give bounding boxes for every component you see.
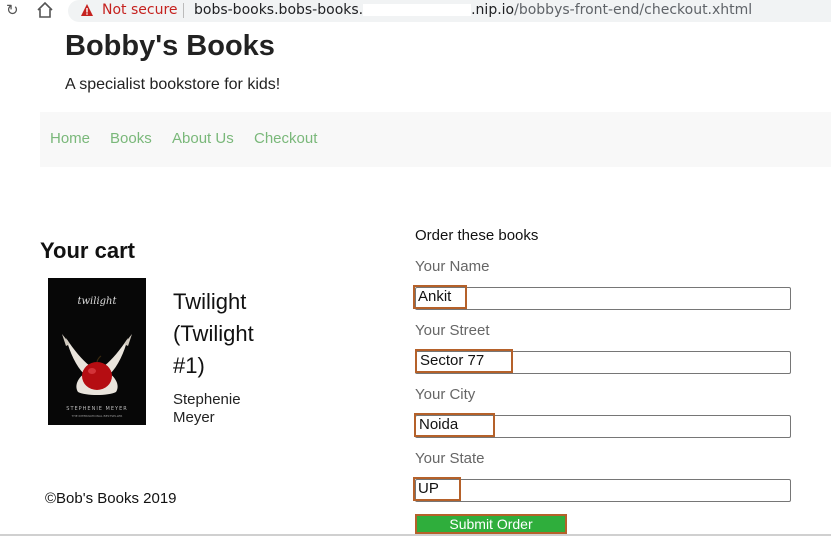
address-bar[interactable]: Not secure bobs-books.bobs-books. .nip.io…: [68, 0, 831, 22]
url-path: /bobbys-front-end/checkout.xhtml: [514, 2, 753, 18]
state-field[interactable]: [415, 479, 791, 502]
order-form-heading: Order these books: [415, 227, 539, 244]
nav-home-link[interactable]: Home: [50, 130, 90, 147]
redacted-region: [363, 4, 472, 16]
reload-icon[interactable]: ↻: [6, 1, 19, 19]
cover-blurb: THE INTERNATIONAL BESTSELLER: [71, 414, 123, 418]
cart-book-author: Stephenie Meyer: [173, 391, 241, 426]
warning-icon: [81, 4, 93, 16]
url-host-suffix: .nip.io: [471, 2, 515, 18]
cart-heading: Your cart: [40, 238, 135, 263]
cart-book-title: Twilight (Twilight #1): [173, 289, 254, 378]
url-prefix: bobs-books.bobs-books.: [194, 2, 364, 18]
name-value: Ankit: [413, 285, 467, 309]
navbar: Home Books About Us Checkout: [40, 112, 831, 167]
security-status[interactable]: Not secure: [102, 2, 178, 18]
url-separator: [183, 3, 184, 18]
apple-hands-illustration: [62, 334, 132, 395]
street-value: Sector 77: [415, 349, 513, 373]
nav-books-link[interactable]: Books: [110, 130, 152, 147]
city-value: Noida: [414, 413, 495, 437]
site-tagline: A specialist bookstore for kids!: [65, 76, 281, 93]
browser-toolbar: ↻ Not secure bobs-books.bobs-books. .nip.…: [0, 0, 831, 22]
street-label: Your Street: [415, 322, 490, 339]
name-field[interactable]: [415, 287, 791, 310]
book-cover-image: twilight STEPHENIE MEYER THE INTERNATION…: [48, 278, 146, 425]
state-label: Your State: [415, 450, 485, 467]
footer-copyright: ©Bob's Books 2019: [45, 490, 177, 507]
home-icon[interactable]: [36, 1, 54, 19]
site-title: Bobby's Books: [65, 30, 275, 62]
name-label: Your Name: [415, 258, 490, 275]
url-text[interactable]: bobs-books.bobs-books. .nip.io/bobbys-fro…: [194, 2, 752, 18]
submit-order-button[interactable]: Submit Order: [415, 514, 567, 534]
nav-about-link[interactable]: About Us: [172, 130, 234, 147]
nav-checkout-link[interactable]: Checkout: [254, 130, 317, 147]
state-value: UP: [413, 477, 461, 501]
cover-author: STEPHENIE MEYER: [66, 406, 128, 412]
city-label: Your City: [415, 386, 476, 403]
